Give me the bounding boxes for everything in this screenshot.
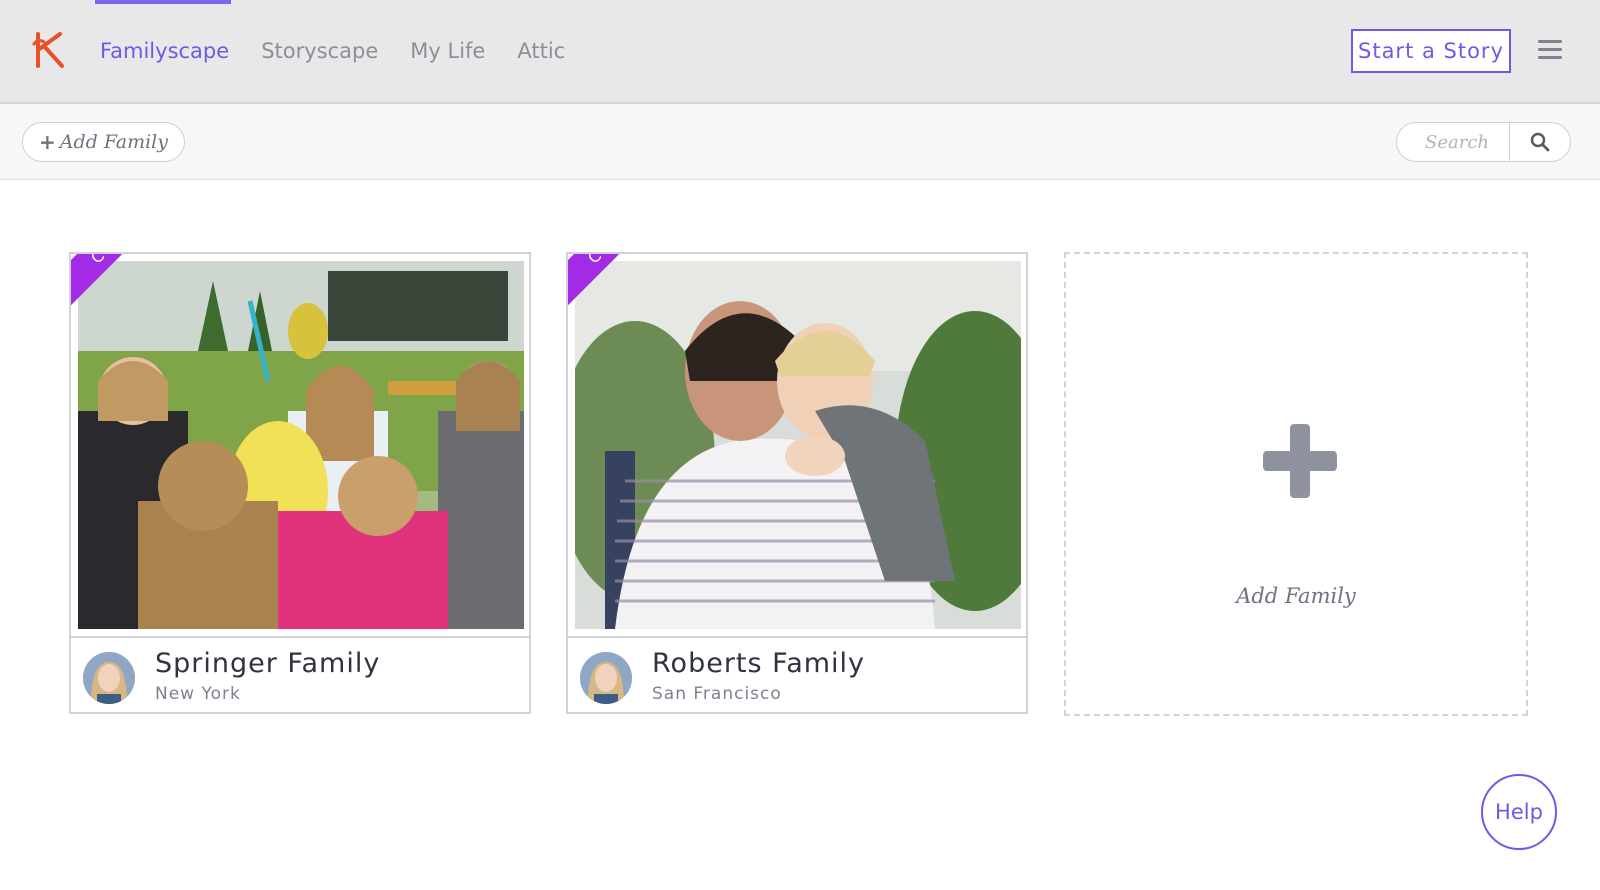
main-nav: Familyscape Storyscape My Life Attic	[100, 36, 565, 66]
family-location: San Francisco	[652, 684, 782, 704]
connector-badge: CONNECTOR	[71, 254, 231, 321]
family-card[interactable]: CONNECTOR Roberts Family San Francisco	[566, 252, 1028, 714]
plus-icon	[1263, 424, 1337, 498]
connector-badge: CONNECTOR	[568, 254, 728, 321]
family-location: New York	[155, 684, 241, 704]
nav-familyscape[interactable]: Familyscape	[100, 36, 229, 66]
avatar	[83, 652, 135, 704]
top-navbar: Familyscape Storyscape My Life Attic Sta…	[0, 0, 1600, 104]
hamburger-menu-icon[interactable]	[1538, 40, 1562, 60]
add-family-button[interactable]: + Add Family	[22, 122, 185, 162]
nav-storyscape[interactable]: Storyscape	[261, 36, 378, 66]
active-tab-indicator	[95, 0, 231, 4]
nav-attic[interactable]: Attic	[517, 36, 565, 66]
search-icon	[1530, 132, 1550, 152]
plus-icon: +	[39, 130, 56, 154]
kinscape-logo-icon[interactable]	[30, 30, 70, 70]
add-family-button-label: Add Family	[59, 131, 168, 153]
add-family-card[interactable]: Add Family	[1064, 252, 1528, 716]
family-card-footer: Roberts Family San Francisco	[568, 636, 1026, 712]
start-story-button[interactable]: Start a Story	[1351, 29, 1511, 73]
help-button[interactable]: Help	[1481, 774, 1557, 850]
family-card[interactable]: CONNECTOR Springer Family New York	[69, 252, 531, 714]
add-family-card-label: Add Family	[1236, 584, 1356, 608]
search-box	[1396, 122, 1571, 162]
nav-my-life[interactable]: My Life	[410, 36, 485, 66]
search-input[interactable]	[1397, 123, 1509, 161]
avatar	[580, 652, 632, 704]
toolbar: + Add Family	[0, 104, 1600, 180]
family-card-footer: Springer Family New York	[71, 636, 529, 712]
search-button[interactable]	[1509, 123, 1570, 161]
family-name: Springer Family	[155, 648, 381, 679]
family-name: Roberts Family	[652, 648, 866, 679]
